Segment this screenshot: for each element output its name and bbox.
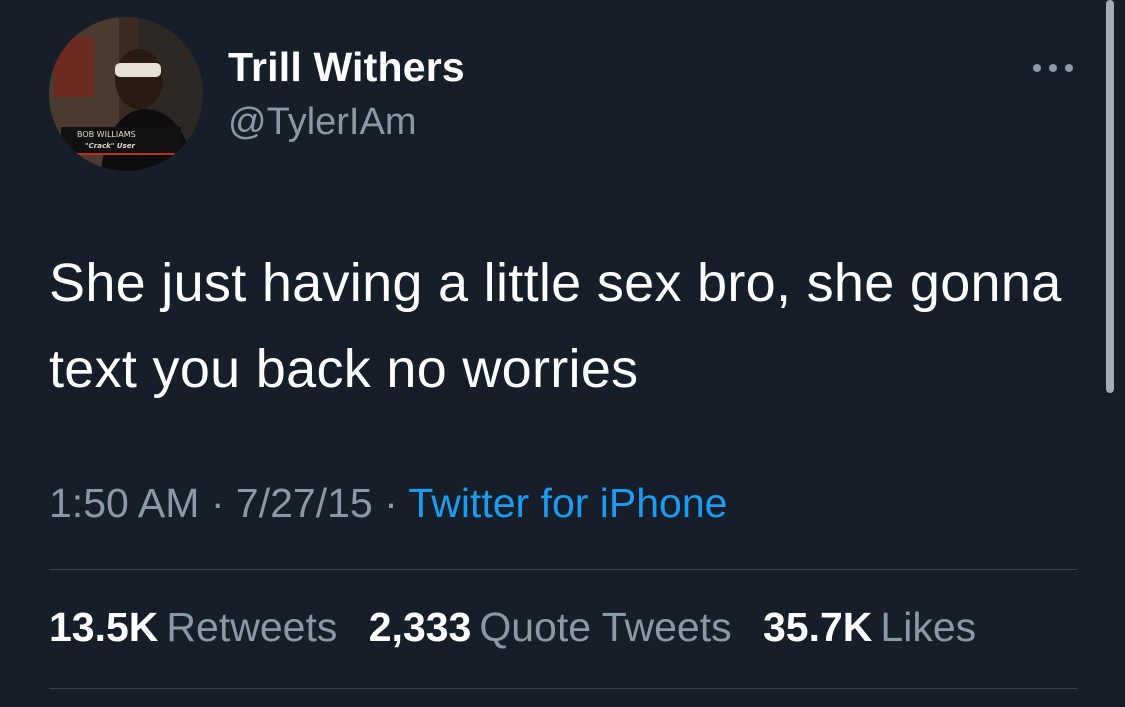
user-handle[interactable]: @TylerIAm xyxy=(228,101,416,144)
display-name[interactable]: Trill Withers xyxy=(228,44,465,91)
tweet-date[interactable]: 7/27/15 xyxy=(236,480,373,526)
retweets-count: 13.5K xyxy=(49,604,159,650)
likes-count: 35.7K xyxy=(763,604,873,650)
more-horizontal-icon xyxy=(1033,64,1073,72)
tweet-meta: 1:50 AM · 7/27/15 · Twitter for iPhone xyxy=(49,480,727,527)
divider-bottom xyxy=(49,688,1077,689)
tweet-page: BOB WILLIAMS "Crack" User Trill Withers … xyxy=(0,0,1125,707)
tweet-time[interactable]: 1:50 AM xyxy=(49,480,199,526)
avatar[interactable]: BOB WILLIAMS "Crack" User xyxy=(49,17,203,171)
quote-tweets-count: 2,333 xyxy=(368,604,472,650)
meta-separator: · xyxy=(384,480,398,526)
scrollbar[interactable] xyxy=(1106,0,1114,393)
quote-tweets-label: Quote Tweets xyxy=(479,604,732,650)
retweets-label: Retweets xyxy=(166,604,338,650)
tweet-text: She just having a little sex bro, she go… xyxy=(49,253,1062,399)
tweet-source-link[interactable]: Twitter for iPhone xyxy=(408,480,727,526)
tweet-stats: 13.5K Retweets 2,333 Quote Tweets 35.7K Lik… xyxy=(49,604,996,651)
likes-label: Likes xyxy=(880,604,977,650)
divider-top xyxy=(49,569,1077,570)
meta-separator: · xyxy=(210,480,225,526)
avatar-caption-sub: "Crack" User xyxy=(85,142,135,150)
likes-stat[interactable]: 35.7K Likes xyxy=(763,604,976,650)
avatar-caption-name: BOB WILLIAMS xyxy=(77,130,136,139)
avatar-image: BOB WILLIAMS "Crack" User xyxy=(49,17,203,171)
more-options-button[interactable] xyxy=(1025,50,1081,86)
quote-tweets-stat[interactable]: 2,333 Quote Tweets xyxy=(369,604,732,650)
retweets-stat[interactable]: 13.5K Retweets xyxy=(49,604,337,650)
